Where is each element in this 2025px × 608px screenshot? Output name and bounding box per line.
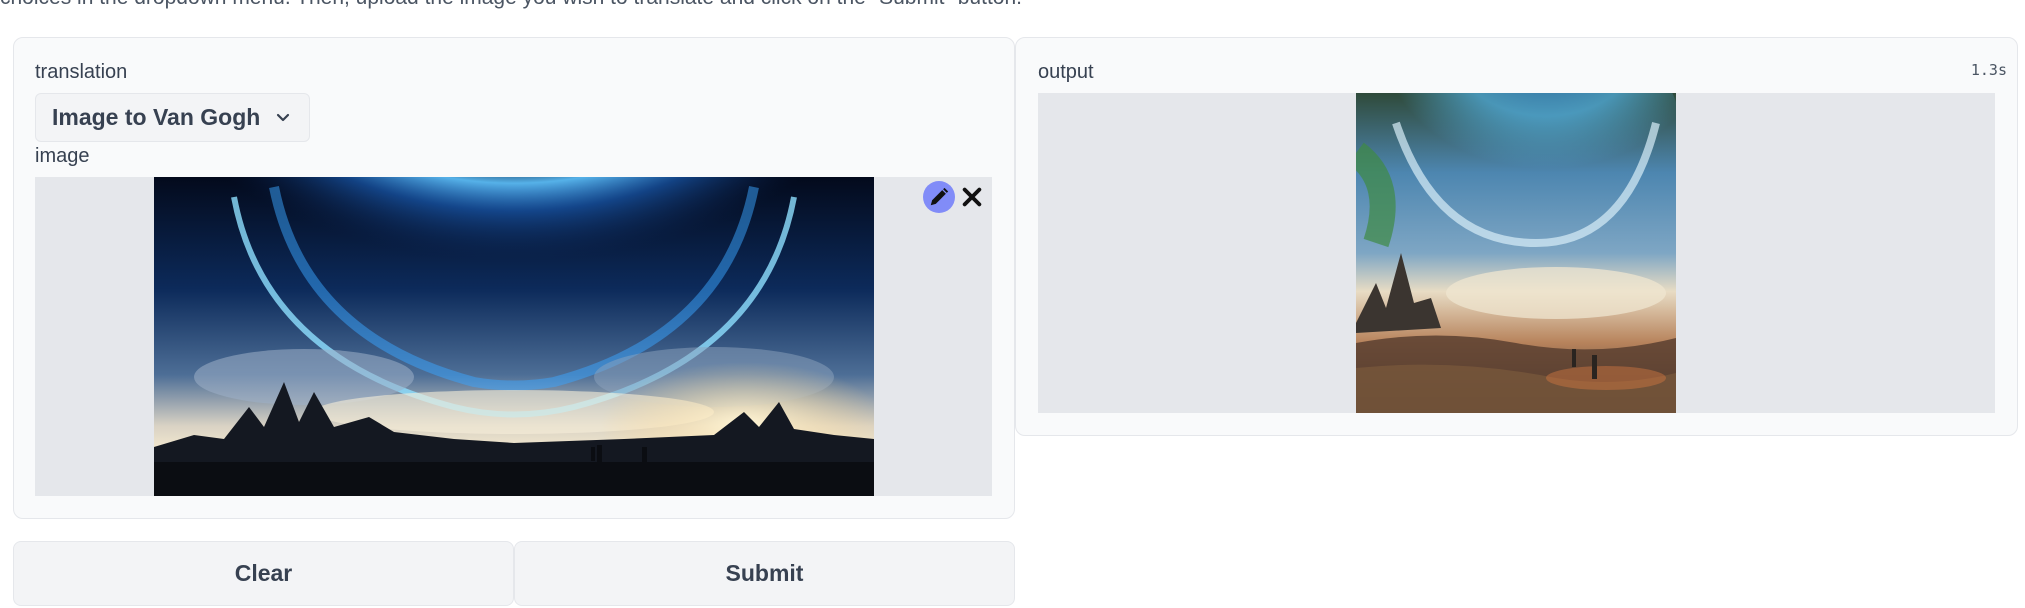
elapsed-time: 1.3s xyxy=(1970,61,2007,79)
output-image xyxy=(1356,93,1676,413)
pencil-icon xyxy=(928,186,950,208)
translation-label: translation xyxy=(35,61,128,83)
submit-button[interactable]: Submit xyxy=(514,541,1015,606)
image-upload-area[interactable] xyxy=(35,177,992,496)
instructions-text: choices in the dropdown menu. Then, uplo… xyxy=(0,0,2025,9)
output-label: output xyxy=(1038,61,1094,83)
input-panel: translation Image to Van Gogh image xyxy=(13,37,1015,519)
chevron-down-icon xyxy=(276,113,290,123)
input-image xyxy=(154,177,874,496)
translation-dropdown[interactable]: Image to Van Gogh xyxy=(35,93,310,142)
clear-button[interactable]: Clear xyxy=(13,541,514,606)
close-icon xyxy=(961,186,983,208)
remove-image-button[interactable] xyxy=(958,183,986,211)
output-panel: output 1.3s xyxy=(1015,37,2018,436)
translation-selected-value: Image to Van Gogh xyxy=(52,104,261,130)
edit-image-button[interactable] xyxy=(923,181,955,213)
image-label: image xyxy=(35,145,90,167)
output-image-area xyxy=(1038,93,1995,413)
